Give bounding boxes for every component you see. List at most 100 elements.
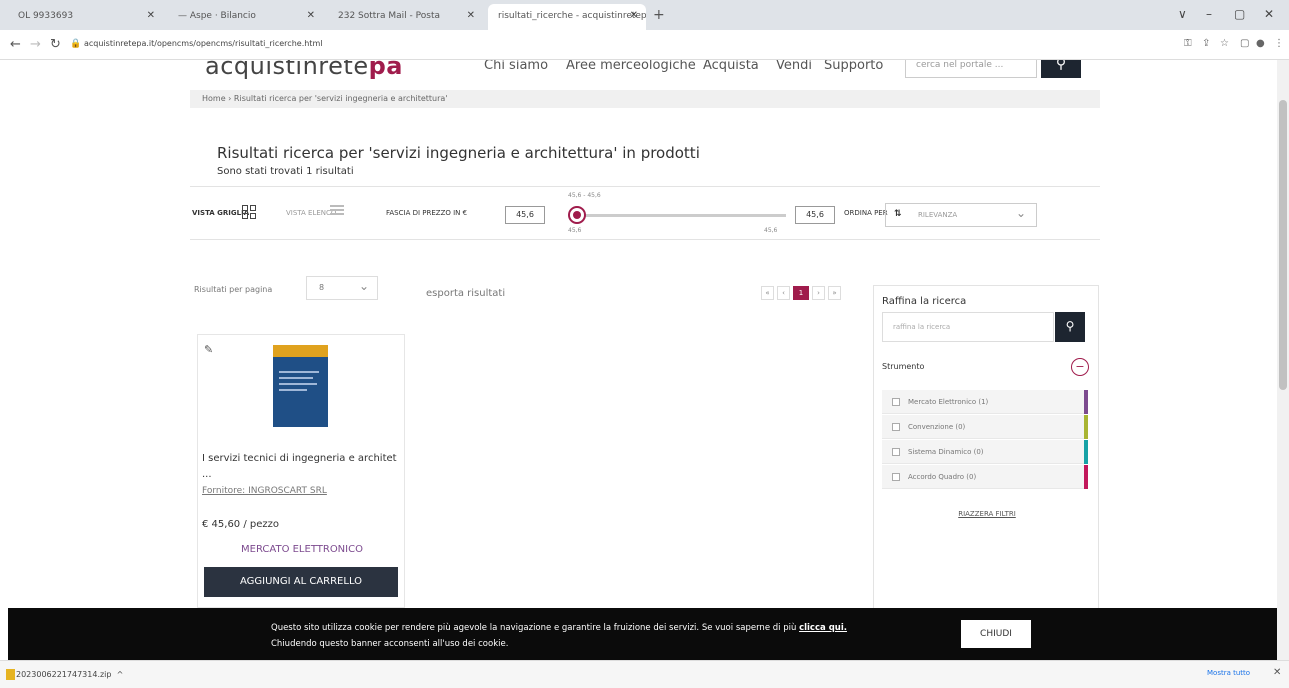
results-count: Sono stati trovati 1 risultati xyxy=(217,166,354,177)
per-page-label: Risultati per pagina xyxy=(194,285,273,294)
cookie-banner: Questo sito utilizza cookie per rendere … xyxy=(8,608,1277,660)
last-page-button[interactable]: » xyxy=(828,286,841,300)
prev-page-button[interactable]: ‹ xyxy=(777,286,790,300)
product-image[interactable] xyxy=(273,345,328,427)
show-all-downloads-button[interactable]: Mostra tutto xyxy=(1207,669,1250,677)
next-page-button[interactable]: › xyxy=(812,286,825,300)
filter-item[interactable]: Mercato Elettronico (1) xyxy=(882,390,1088,414)
price-min-input[interactable]: 45,6 xyxy=(505,206,545,224)
price-slider-handle[interactable] xyxy=(568,206,586,224)
filter-item[interactable]: Convenzione (0) xyxy=(882,415,1088,439)
filter-item-label: Mercato Elettronico (1) xyxy=(908,398,989,406)
close-icon[interactable]: ✕ xyxy=(307,10,315,21)
cookie-line-2: Chiudendo questo banner acconsenti all'u… xyxy=(271,639,509,649)
sort-select[interactable]: ⇅ RILEVANZA ⌄ xyxy=(885,203,1037,227)
browser-tab-active[interactable]: risultati_ricerche - acquistinretepa ✕ xyxy=(488,4,646,30)
site-search-input[interactable]: cerca nel portale ... xyxy=(905,60,1037,78)
edit-icon[interactable]: ✎ xyxy=(204,343,213,356)
sort-icon: ⇅ xyxy=(894,209,902,219)
pagination: « ‹ 1 › » xyxy=(761,286,841,300)
filter-search-input[interactable]: raffina la ricerca xyxy=(882,312,1054,342)
page-content: acquistinretepa Chi siamo Aree merceolog… xyxy=(0,60,1277,608)
close-icon[interactable]: ✕ xyxy=(467,10,475,21)
filter-item-label: Accordo Quadro (0) xyxy=(908,473,977,481)
slider-max-label: 45,6 xyxy=(764,227,778,234)
browser-tab[interactable]: — Aspe · Bilancio ✕ xyxy=(168,4,323,30)
nav-acquista[interactable]: Acquista xyxy=(703,60,759,73)
tab-label: risultati_ricerche - acquistinretepa xyxy=(498,11,646,21)
key-icon[interactable]: ⚿ xyxy=(1184,38,1192,49)
checkbox[interactable] xyxy=(892,423,900,431)
reset-filters-link[interactable]: RIAZZERA FILTRI xyxy=(874,510,1100,518)
list-view-label[interactable]: VISTA ELENCO xyxy=(286,209,336,217)
filter-section-title: Strumento xyxy=(882,362,925,371)
add-to-cart-button[interactable]: AGGIUNGI AL CARRELLO xyxy=(204,567,398,597)
tab-search-icon[interactable]: ∨ xyxy=(1178,7,1187,21)
logo-accent: pa xyxy=(368,60,403,80)
first-page-button[interactable]: « xyxy=(761,286,774,300)
list-view-icon[interactable] xyxy=(330,205,344,219)
search-icon[interactable]: ⚲ xyxy=(1055,312,1085,342)
checkbox[interactable] xyxy=(892,473,900,481)
close-download-bar-button[interactable]: ✕ xyxy=(1273,667,1281,678)
price-max-input[interactable]: 45,6 xyxy=(795,206,835,224)
filters-title: Raffina la ricerca xyxy=(882,296,967,307)
cookie-info-link[interactable]: clicca qui. xyxy=(799,623,847,633)
cookie-close-button[interactable]: CHIUDI xyxy=(961,620,1031,648)
star-icon[interactable]: ☆ xyxy=(1220,38,1229,49)
browser-tab[interactable]: OL 9933693 ✕ xyxy=(8,4,163,30)
cookie-line-1: Questo sito utilizza cookie per rendere … xyxy=(271,623,797,633)
checkbox[interactable] xyxy=(892,448,900,456)
tab-label: — Aspe · Bilancio xyxy=(178,11,256,21)
filters-panel: Raffina la ricerca raffina la ricerca ⚲ … xyxy=(873,285,1099,608)
forward-icon[interactable]: → xyxy=(30,37,41,52)
product-supplier-link[interactable]: Fornitore: INGROSCART SRL xyxy=(202,486,327,496)
nav-vendi[interactable]: Vendi xyxy=(776,60,812,73)
grid-view-label[interactable]: VISTA GRIGLIA xyxy=(192,209,249,217)
results-toolbar: VISTA GRIGLIA VISTA ELENCO FASCIA DI PRE… xyxy=(190,186,1100,240)
price-range-label: FASCIA DI PREZZO IN € xyxy=(386,209,468,217)
menu-icon[interactable]: ⋮ xyxy=(1274,38,1284,49)
minimize-button[interactable]: – xyxy=(1206,7,1212,21)
window-close-button[interactable]: ✕ xyxy=(1264,7,1274,21)
checkbox[interactable] xyxy=(892,398,900,406)
download-bar: 2023006221747314.zip ^ Mostra tutto ✕ xyxy=(0,660,1289,688)
address-bar: ← → ↻ 🔒 acquistinretepa.it/opencms/openc… xyxy=(0,30,1289,60)
back-icon[interactable]: ← xyxy=(10,37,21,52)
filter-item[interactable]: Sistema Dinamico (0) xyxy=(882,440,1088,464)
page-scrollbar[interactable] xyxy=(1277,60,1289,660)
share-icon[interactable]: ⇪ xyxy=(1202,38,1210,49)
site-logo[interactable]: acquistinretepa xyxy=(205,60,403,80)
per-page-value: 8 xyxy=(319,283,325,292)
breadcrumb: Home › Risultati ricerca per 'servizi in… xyxy=(190,90,1100,108)
price-slider-track[interactable] xyxy=(578,214,786,217)
product-title[interactable]: I servizi tecnici di ingegneria e archit… xyxy=(202,451,402,483)
download-item[interactable]: 2023006221747314.zip ^ xyxy=(16,670,123,679)
nav-aree-merceologiche[interactable]: Aree merceologiche xyxy=(566,60,696,73)
sidebar-icon[interactable]: ▢ xyxy=(1240,38,1249,49)
nav-supporto[interactable]: Supporto xyxy=(824,60,883,73)
new-tab-button[interactable]: + xyxy=(653,7,665,23)
per-page-select[interactable]: 8 ⌄ xyxy=(306,276,378,300)
tab-label: 232 Sottra Mail - Posta xyxy=(338,11,440,21)
maximize-button[interactable]: ▢ xyxy=(1234,7,1245,21)
current-page[interactable]: 1 xyxy=(793,286,809,300)
chevron-up-icon[interactable]: ^ xyxy=(117,670,124,679)
url-field[interactable]: acquistinretepa.it/opencms/opencms/risul… xyxy=(84,39,322,48)
close-icon[interactable]: ✕ xyxy=(630,10,638,21)
download-file-name: 2023006221747314.zip xyxy=(16,670,112,679)
filter-item[interactable]: Accordo Quadro (0) xyxy=(882,465,1088,489)
search-icon[interactable]: ⚲ xyxy=(1041,60,1081,78)
profile-icon[interactable]: ● xyxy=(1256,38,1265,49)
grid-view-icon[interactable] xyxy=(242,205,256,219)
chevron-down-icon: ⌄ xyxy=(358,279,369,293)
slider-min-label: 45,6 xyxy=(568,227,582,234)
sort-label: ORDINA PER xyxy=(844,209,888,217)
nav-chi-siamo[interactable]: Chi siamo xyxy=(484,60,548,73)
collapse-icon[interactable]: − xyxy=(1071,358,1089,376)
browser-tab[interactable]: 232 Sottra Mail - Posta ✕ xyxy=(328,4,483,30)
export-results-link[interactable]: esporta risultati xyxy=(426,288,505,299)
reload-icon[interactable]: ↻ xyxy=(50,37,61,52)
scrollbar-thumb[interactable] xyxy=(1279,100,1287,390)
close-icon[interactable]: ✕ xyxy=(147,10,155,21)
